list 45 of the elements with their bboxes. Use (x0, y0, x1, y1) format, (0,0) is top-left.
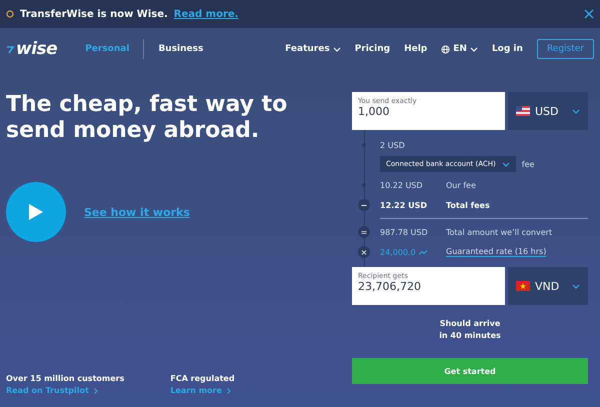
chevron-right-icon (226, 388, 231, 394)
fee-label: Total amount we’ll convert (446, 228, 552, 236)
fee-label: fee (522, 160, 534, 168)
nav-link[interactable]: Pricing (354, 44, 390, 54)
chevron-right-icon (94, 388, 98, 394)
stat-title: FCA regulated (170, 374, 235, 383)
vietnam-flag-icon (516, 281, 530, 291)
chevron-down-icon (470, 46, 478, 52)
fee-label: Total fees (446, 200, 490, 210)
rate-amount: 24,000.0 (380, 248, 416, 256)
globe-icon (441, 44, 450, 54)
chevron-down-icon (502, 162, 510, 166)
nav-link[interactable]: Log in (492, 44, 523, 54)
trend-icon (418, 250, 427, 254)
play-icon (28, 203, 44, 221)
minus-sign: − (358, 199, 370, 211)
fee-label: Our fee (446, 180, 476, 190)
rate-label[interactable]: Guaranteed rate (16 hrs) (446, 247, 546, 257)
chevron-down-icon (332, 46, 341, 52)
us-flag-icon (516, 106, 530, 116)
read-more-link[interactable]: Read more. (174, 8, 238, 20)
nav-link[interactable]: EN (441, 44, 478, 54)
banner-text: TransferWise is now Wise. (20, 8, 168, 20)
fee-amount: 2 USD (380, 140, 406, 150)
nav-link[interactable]: Features (285, 44, 341, 54)
headline: The cheap, fast way to send money abroad. (6, 92, 288, 144)
arrival-text: Should arrive (440, 319, 500, 328)
currency-select[interactable]: VND (508, 267, 588, 305)
fee-amount: 10.22 USD (380, 180, 424, 190)
currency-select[interactable]: USD (508, 92, 588, 130)
segment-tab[interactable]: Business (144, 44, 218, 54)
fee-amount: 987.78 USD (380, 228, 429, 236)
logo-text: wise (16, 39, 58, 59)
chevron-down-icon (572, 108, 580, 114)
circle-icon (6, 10, 14, 18)
close-icon[interactable] (584, 9, 594, 19)
amount-input[interactable]: 23,706,720 (358, 280, 499, 293)
arrival-text: in 40 minutes (439, 331, 501, 340)
amount-input[interactable]: 1,000 (358, 105, 499, 118)
nav-link[interactable]: Help (404, 44, 428, 54)
chevron-down-icon (572, 284, 580, 288)
fee-amount: 12.22 USD (380, 200, 428, 210)
equals-sign: = (358, 226, 370, 238)
stat-title: Over 15 million customers (6, 374, 124, 383)
multiply-sign: × (358, 246, 370, 258)
